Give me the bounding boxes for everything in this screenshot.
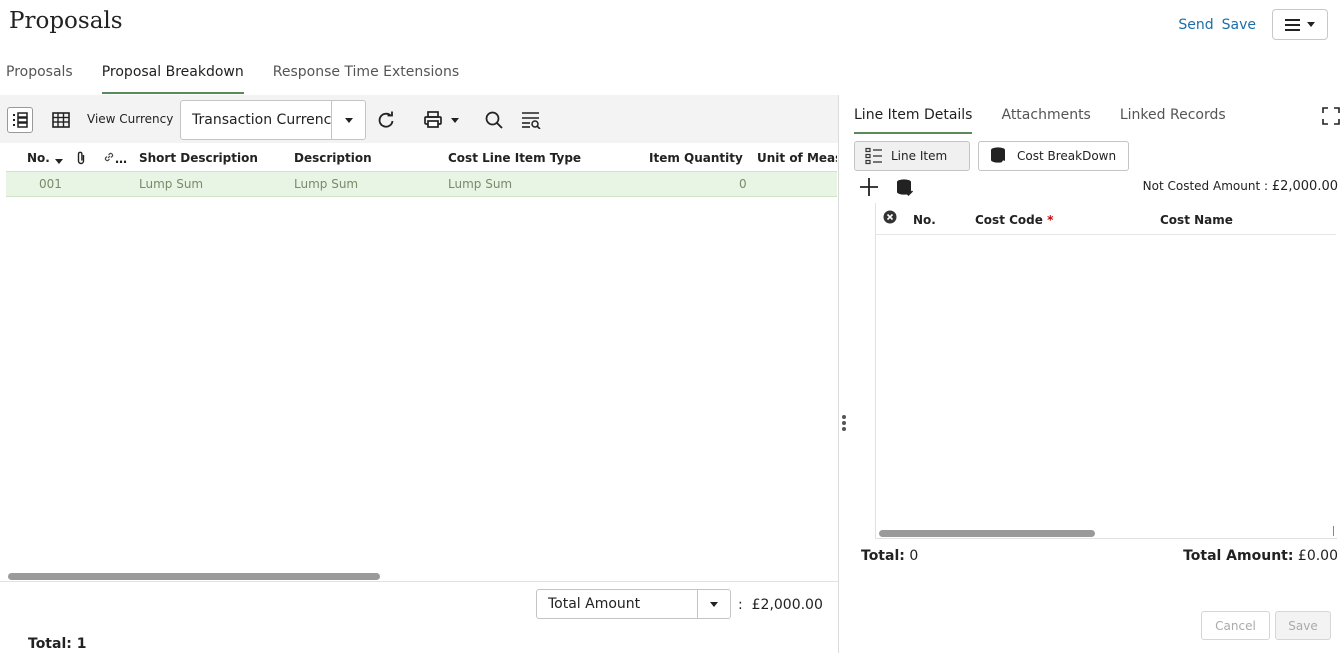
chevron-down-icon — [1307, 22, 1315, 27]
total-type-select-value: Total Amount — [548, 596, 641, 612]
chevron-down-icon — [451, 117, 459, 123]
total-amount-value: : £2,000.00 — [738, 597, 823, 613]
total-type-select[interactable]: Total Amount — [536, 589, 731, 619]
actions-menu-button[interactable] — [1272, 9, 1328, 40]
table-row[interactable]: 001 Lump Sum Lump Sum Lump Sum 0 — [6, 171, 837, 197]
filter-icon[interactable] — [518, 107, 544, 133]
print-icon — [424, 111, 442, 128]
tab-linked-records[interactable]: Linked Records — [1120, 107, 1226, 134]
column-header-cost-code[interactable]: Cost Code * — [975, 213, 1053, 227]
cell-short-description: Lump Sum — [139, 177, 204, 191]
send-button[interactable]: Send — [1178, 17, 1213, 33]
column-header-description[interactable]: Description — [294, 151, 372, 165]
tab-line-item-details[interactable]: Line Item Details — [854, 107, 973, 134]
scrollbar-track — [0, 581, 838, 582]
column-header-link[interactable]: … — [103, 151, 127, 166]
save-button[interactable]: Save — [1222, 17, 1256, 33]
page-title: Proposals — [9, 8, 123, 34]
list-detail-icon — [865, 147, 882, 165]
tab-proposal-breakdown[interactable]: Proposal Breakdown — [101, 60, 244, 94]
tab-proposals[interactable]: Proposals — [6, 60, 73, 94]
column-header-no[interactable]: No. — [27, 151, 64, 165]
currency-select[interactable]: Transaction Currenc — [180, 100, 366, 140]
currency-select-value: Transaction Currenc — [192, 112, 331, 128]
cost-total-amount: Total Amount: £0.00 — [1183, 548, 1338, 564]
cell-no: 001 — [39, 177, 62, 191]
print-menu[interactable] — [416, 107, 466, 133]
breakdown-panel: View Currency Transaction Currenc No. … — [0, 95, 838, 653]
horizontal-scrollbar[interactable] — [879, 530, 1095, 537]
clear-icon[interactable] — [883, 210, 897, 227]
add-icon[interactable] — [859, 177, 879, 197]
cost-total-count: Total: 0 — [861, 548, 919, 564]
header-actions: Send Save — [1178, 9, 1328, 40]
database-check-icon[interactable] — [895, 178, 915, 202]
not-costed-amount: Not Costed Amount : £2,000.00 — [1142, 179, 1338, 194]
detail-tabs: Line Item Details Attachments Linked Rec… — [854, 107, 1255, 134]
cell-item-quantity: 0 — [739, 177, 747, 191]
scrollbar-end — [1333, 526, 1334, 536]
column-header-unit-of-measure[interactable]: Unit of Measu — [757, 151, 837, 165]
horizontal-scrollbar[interactable] — [8, 573, 380, 580]
chevron-down-icon[interactable] — [331, 101, 365, 139]
total-count: Total: 1 — [28, 636, 87, 652]
table-view-icon[interactable] — [48, 107, 74, 133]
search-icon[interactable] — [481, 107, 507, 133]
cell-cost-line-item-type: Lump Sum — [448, 177, 513, 191]
tree-view-icon[interactable] — [7, 107, 33, 133]
column-header-cost-no[interactable]: No. — [913, 213, 936, 227]
chevron-down-icon[interactable] — [697, 590, 730, 618]
grid-toolbar: View Currency Transaction Currenc — [0, 95, 838, 143]
detail-save-button[interactable]: Save — [1275, 611, 1331, 640]
sort-desc-icon — [55, 159, 64, 164]
tab-response-time-extensions[interactable]: Response Time Extensions — [273, 60, 459, 94]
line-item-view-button[interactable]: Line Item — [854, 141, 970, 171]
cost-breakdown-grid: No. Cost Code * Cost Name — [875, 203, 1337, 539]
cancel-button[interactable]: Cancel — [1201, 611, 1270, 640]
attachment-icon[interactable] — [76, 151, 86, 168]
column-header-cost-name[interactable]: Cost Name — [1160, 213, 1233, 227]
cell-description: Lump Sum — [294, 177, 359, 191]
column-header-short-description[interactable]: Short Description — [139, 151, 258, 165]
view-currency-label: View Currency — [87, 112, 174, 126]
required-indicator: * — [1047, 213, 1054, 227]
column-header-cost-line-item-type[interactable]: Cost Line Item Type — [448, 151, 581, 165]
grid-header: No. … Short Description Description Cost… — [0, 147, 838, 171]
line-item-details-panel: Line Item Details Attachments Linked Rec… — [839, 95, 1342, 653]
column-header-item-quantity[interactable]: Item Quantity — [649, 151, 743, 165]
cost-grid-header: No. Cost Code * Cost Name — [876, 203, 1336, 235]
link-icon — [104, 152, 114, 162]
cost-breakdown-view-button[interactable]: Cost BreakDown — [978, 141, 1129, 171]
tab-attachments[interactable]: Attachments — [1001, 107, 1090, 134]
expand-icon[interactable] — [1322, 107, 1340, 125]
main-tabs: Proposals Proposal Breakdown Response Ti… — [6, 60, 488, 94]
hamburger-icon — [1285, 19, 1300, 31]
refresh-icon[interactable] — [373, 107, 399, 133]
database-icon — [991, 147, 1005, 164]
